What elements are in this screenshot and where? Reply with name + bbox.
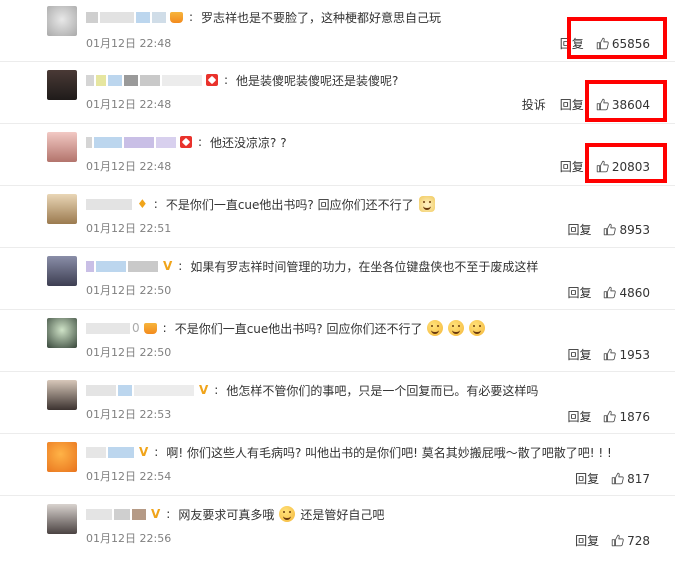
like-count: 1876 <box>619 409 650 424</box>
username[interactable]: : 他是装傻呢装傻呢还是装傻呢? <box>86 73 399 88</box>
comment-text: 网友要求可真多哦 <box>178 507 275 522</box>
comment-text: 如果有罗志祥时间管理的功力，在坐各位键盘侠也不至于废成这样 <box>190 259 539 274</box>
like-count: 1953 <box>619 347 650 362</box>
avatar[interactable] <box>47 132 77 162</box>
like-count: 8953 <box>619 222 650 237</box>
comment-time: 01月12日 22:50 <box>86 284 172 297</box>
comment-text: 他还没凉凉? ? <box>210 135 287 150</box>
username[interactable]: V : 如果有罗志祥时间管理的功力，在坐各位键盘侠也不至于废成这样 <box>86 259 539 274</box>
reply-button[interactable]: 回复 <box>575 470 599 487</box>
comment-time: 01月12日 22:48 <box>86 98 172 111</box>
highlight-box <box>585 143 667 183</box>
comment-text: 啊! 你们这些人有毛病吗? 叫他出书的是你们吧! 莫名其妙搬屁哦～散了吧散了吧!… <box>166 445 612 460</box>
reply-button[interactable]: 回复 <box>567 408 591 425</box>
comment-text-continued: 还是管好自己吧 <box>300 507 385 522</box>
comment-text: 他怎样不管你们的事吧，只是一个回复而已。有必要这样吗 <box>226 383 539 398</box>
username[interactable]: V : 他怎样不管你们的事吧，只是一个回复而已。有必要这样吗 <box>86 383 539 398</box>
reply-button[interactable]: 回复 <box>560 96 584 113</box>
avatar[interactable] <box>47 318 77 348</box>
avatar[interactable] <box>47 70 77 100</box>
reply-button[interactable]: 回复 <box>567 346 591 363</box>
reply-button[interactable]: 回复 <box>575 532 599 549</box>
comment-text: 他是装傻呢装傻呢还是装傻呢? <box>236 73 399 88</box>
like-button[interactable]: 4860 <box>603 286 650 300</box>
thumbs-up-icon <box>603 286 616 299</box>
reply-button[interactable]: 回复 <box>560 158 584 175</box>
vip-crown-icon <box>170 11 183 23</box>
comment-time: 01月12日 22:53 <box>86 408 172 421</box>
comment-text: 不是你们一直cue他出书吗? 回应你们还不行了 <box>165 197 414 212</box>
comment-time: 01月12日 22:48 <box>86 160 172 173</box>
like-count: 728 <box>627 533 650 548</box>
comment-text: 不是你们一直cue他出书吗? 回应你们还不行了 <box>174 321 423 336</box>
vip-badge-icon <box>180 136 192 148</box>
reply-button[interactable]: 回复 <box>567 221 591 238</box>
comment-text: 罗志祥也是不要脸了，这种梗都好意思自己玩 <box>201 10 442 25</box>
thumbs-up-icon <box>603 348 616 361</box>
username[interactable]: V : 啊! 你们这些人有毛病吗? 叫他出书的是你们吧! 莫名其妙搬屁哦～散了吧… <box>86 445 612 460</box>
avatar[interactable] <box>47 256 77 286</box>
comment-item: 0 : 不是你们一直cue他出书吗? 回应你们还不行了 01月12日 22:50… <box>0 310 675 372</box>
avatar[interactable] <box>47 442 77 472</box>
like-button[interactable]: 1876 <box>603 410 650 424</box>
comment-time: 01月12日 22:50 <box>86 346 172 359</box>
smile-emoji-icon <box>469 320 486 336</box>
username[interactable]: : 他还没凉凉? ? <box>86 135 287 150</box>
smile-emoji-icon <box>448 320 465 336</box>
smile-emoji-icon <box>279 506 296 522</box>
comment-item: V : 他怎样不管你们的事吧，只是一个回复而已。有必要这样吗 01月12日 22… <box>0 372 675 434</box>
thumbs-up-icon <box>611 472 624 485</box>
cat-emoji-icon <box>418 196 435 212</box>
highlight-box <box>567 17 667 59</box>
like-button[interactable]: 817 <box>611 472 650 486</box>
thumbs-up-icon <box>611 534 624 547</box>
comment-item: : 他是装傻呢装傻呢还是装傻呢? 01月12日 22:48 投诉 回复 3860… <box>0 62 675 124</box>
like-count: 817 <box>627 471 650 486</box>
comment-time: 01月12日 22:48 <box>86 37 172 50</box>
comment-time: 01月12日 22:56 <box>86 532 172 545</box>
username[interactable]: ♦ : 不是你们一直cue他出书吗? 回应你们还不行了 <box>86 196 435 212</box>
comment-item: V : 网友要求可真多哦 还是管好自己吧 01月12日 22:56 回复 728 <box>0 496 675 560</box>
comment-item: : 他还没凉凉? ? 01月12日 22:48 回复 20803 <box>0 124 675 186</box>
thumbs-up-icon <box>603 410 616 423</box>
like-button[interactable]: 1953 <box>603 348 650 362</box>
avatar[interactable] <box>47 504 77 534</box>
thumbs-up-icon <box>603 223 616 236</box>
avatar[interactable] <box>47 6 77 36</box>
avatar[interactable] <box>47 380 77 410</box>
like-count: 4860 <box>619 285 650 300</box>
comment-time: 01月12日 22:51 <box>86 222 172 235</box>
like-button[interactable]: 728 <box>611 534 650 548</box>
reply-button[interactable]: 回复 <box>567 284 591 301</box>
smile-emoji-icon <box>427 320 444 336</box>
username[interactable]: 0 : 不是你们一直cue他出书吗? 回应你们还不行了 <box>86 320 486 336</box>
comment-item: V : 如果有罗志祥时间管理的功力，在坐各位键盘侠也不至于废成这样 01月12日… <box>0 248 675 310</box>
comment-item: V : 啊! 你们这些人有毛病吗? 叫他出书的是你们吧! 莫名其妙搬屁哦～散了吧… <box>0 434 675 496</box>
highlight-box <box>585 80 667 122</box>
username[interactable]: V : 网友要求可真多哦 还是管好自己吧 <box>86 506 385 522</box>
comment-item: ♦ : 不是你们一直cue他出书吗? 回应你们还不行了 01月12日 22:51… <box>0 186 675 248</box>
avatar[interactable] <box>47 194 77 224</box>
vip-crown-icon <box>143 322 157 334</box>
report-button[interactable]: 投诉 <box>522 96 546 113</box>
comment-time: 01月12日 22:54 <box>86 470 172 483</box>
like-button[interactable]: 8953 <box>603 223 650 237</box>
vip-badge-icon <box>206 74 218 86</box>
username[interactable]: : 罗志祥也是不要脸了，这种梗都好意思自己玩 <box>86 10 442 25</box>
